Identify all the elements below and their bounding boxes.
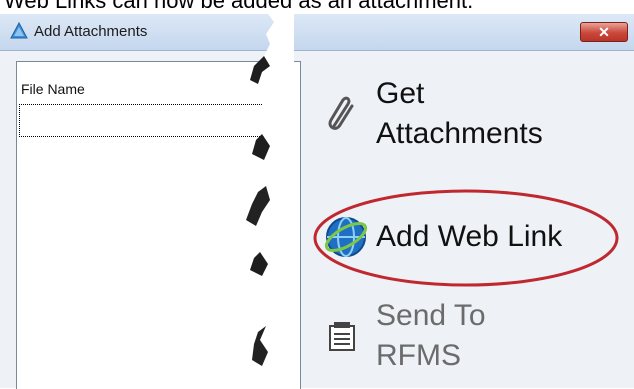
globe-icon [324, 217, 368, 257]
get-attachments-button[interactable]: Get Attachments [322, 74, 543, 154]
torn-edge-decoration [246, 14, 294, 388]
window-titlebar: Add Attachments ✕ [0, 14, 634, 51]
close-button[interactable]: ✕ [580, 22, 628, 42]
file-name-column-header[interactable]: File Name [21, 81, 85, 97]
window-title: Add Attachments [34, 23, 148, 40]
send-to-rfms-label-line1: Send To [376, 299, 486, 332]
add-web-link-button[interactable]: Add Web Link [322, 213, 562, 261]
send-to-rfms-label-line2: RFMS [376, 339, 461, 372]
get-attachments-label-line1: Get [376, 77, 425, 110]
send-to-rfms-button[interactable]: Send To RFMS [322, 296, 486, 376]
add-web-link-label: Add Web Link [376, 220, 563, 253]
get-attachments-label-line2: Attachments [376, 117, 543, 150]
caption-text: Web Links can now be added as an attachm… [4, 0, 474, 13]
send-to-icon [329, 322, 355, 351]
app-triangle-icon [10, 22, 28, 39]
paperclip-icon [328, 96, 354, 130]
caption-strip: Web Links can now be added as an attachm… [0, 0, 634, 14]
